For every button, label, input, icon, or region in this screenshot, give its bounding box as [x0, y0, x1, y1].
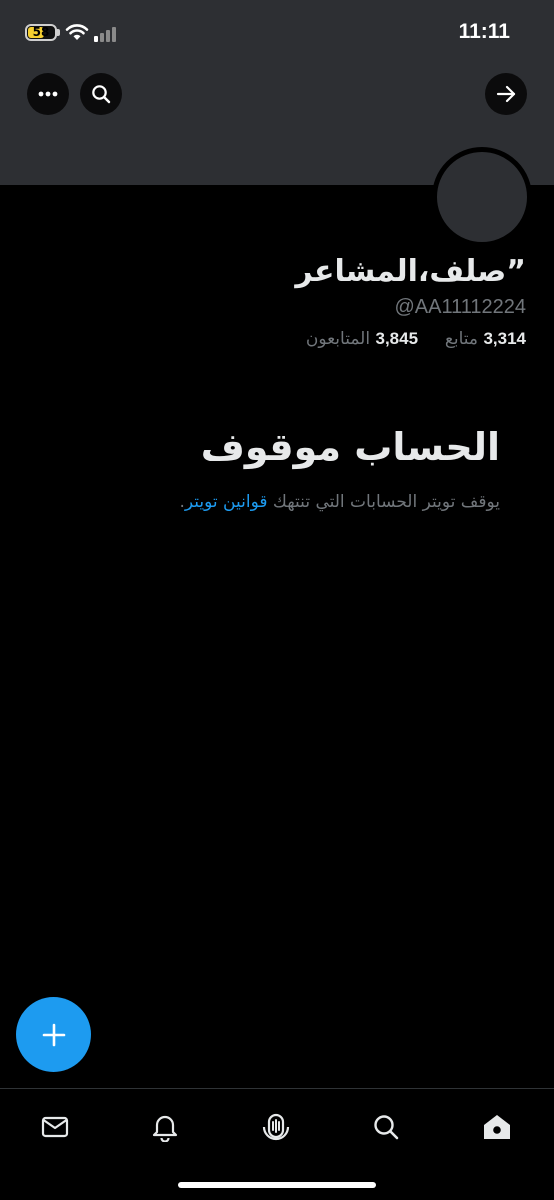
nav-search[interactable]: [364, 1105, 408, 1149]
following-count: 3,314: [483, 329, 526, 348]
spaces-icon: [262, 1113, 290, 1141]
compose-button[interactable]: [16, 997, 91, 1072]
home-indicator: [178, 1182, 376, 1188]
search-icon: [92, 85, 111, 104]
twitter-rules-link[interactable]: قوانين تويتر: [185, 492, 268, 512]
more-options-button[interactable]: [27, 73, 69, 115]
arrow-right-icon: [496, 85, 516, 103]
plus-icon: [42, 1023, 65, 1046]
search-button[interactable]: [80, 73, 122, 115]
more-horizontal-icon: [38, 91, 58, 97]
display-name: ”صلف،المشاعر: [295, 254, 526, 289]
battery-cap: [57, 29, 60, 36]
nav-messages[interactable]: [33, 1105, 77, 1149]
following-stat[interactable]: 3,314 متابع: [439, 329, 526, 349]
followers-count: 3,845: [375, 329, 419, 348]
home-icon: [484, 1115, 510, 1139]
nav-home[interactable]: [475, 1105, 519, 1149]
cellular-signal-icon: [94, 26, 120, 42]
search-icon: [374, 1115, 399, 1140]
mail-icon: [41, 1116, 69, 1138]
suspended-description: يوقف تويتر الحسابات التي تنتهك قوانين تو…: [40, 492, 500, 512]
followers-label: المتابعون: [305, 329, 371, 349]
suspended-title: الحساب موقوف: [200, 425, 500, 469]
profile-stats: 3,314 متابع 3,845 المتابعون: [126, 329, 526, 349]
suspended-description-text: يوقف تويتر الحسابات التي تنتهك: [272, 492, 500, 512]
status-time: 11:11: [458, 20, 510, 43]
followers-stat[interactable]: 3,845 المتابعون: [306, 329, 418, 349]
battery-icon: 58: [25, 24, 57, 41]
forward-button[interactable]: [485, 73, 527, 115]
wifi-icon: [65, 24, 89, 40]
user-handle: @AA11112224: [394, 296, 526, 318]
status-bar: 58 11:11: [0, 0, 554, 64]
nav-spaces[interactable]: [254, 1105, 298, 1149]
bell-icon: [152, 1115, 178, 1142]
profile-screen: 58 11:11 ”صلف،المشاعر @AA11112224 3,314 …: [0, 0, 554, 1200]
avatar[interactable]: [432, 147, 532, 247]
following-label: متابع: [444, 329, 479, 349]
nav-notifications[interactable]: [143, 1105, 187, 1149]
battery-level: 58: [32, 25, 50, 39]
